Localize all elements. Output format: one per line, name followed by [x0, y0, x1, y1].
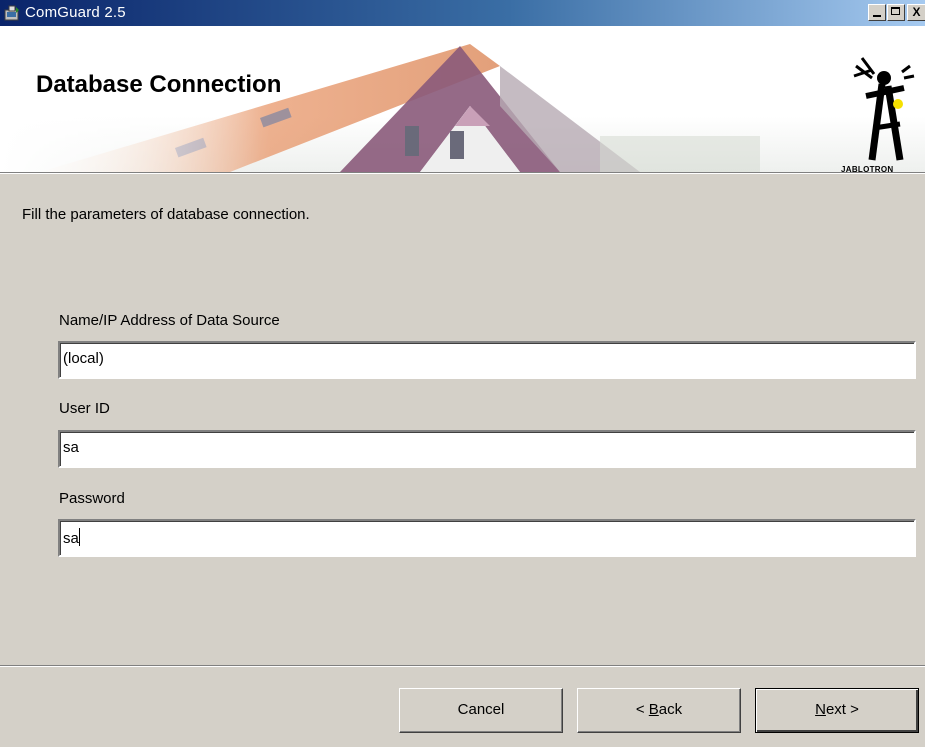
- title-bar[interactable]: ComGuard 2.5 X: [0, 0, 925, 26]
- next-mnemonic: N: [815, 701, 826, 718]
- back-label: ack: [658, 701, 683, 718]
- footer-divider-highlight: [0, 666, 925, 667]
- page-title: Database Connection: [36, 71, 282, 98]
- back-button[interactable]: < Back: [577, 688, 741, 733]
- password-value: sa: [63, 530, 79, 547]
- header-banner: Database Connection: [0, 26, 925, 172]
- datasource-input[interactable]: (local): [58, 341, 916, 379]
- cancel-label: Cancel: [457, 701, 505, 718]
- installer-icon: [4, 5, 19, 21]
- window-title: ComGuard 2.5: [25, 4, 126, 21]
- datasource-label: Name/IP Address of Data Source: [59, 312, 280, 329]
- userid-label: User ID: [59, 400, 110, 417]
- userid-value: sa: [63, 439, 79, 456]
- instruction-text: Fill the parameters of database connecti…: [22, 206, 310, 223]
- jablotron-logo-icon: [853, 57, 915, 161]
- password-label: Password: [59, 490, 125, 507]
- header-divider-highlight: [0, 173, 925, 174]
- password-input[interactable]: sa: [58, 519, 916, 557]
- minimize-icon: [873, 15, 881, 17]
- close-button[interactable]: X: [907, 4, 925, 21]
- next-label: ext: [825, 701, 846, 718]
- close-icon: X: [912, 5, 921, 19]
- userid-input[interactable]: sa: [58, 430, 916, 468]
- next-arrow-icon: >: [850, 701, 859, 718]
- maximize-icon: [891, 7, 900, 15]
- back-arrow-icon: <: [635, 701, 645, 718]
- maximize-button[interactable]: [887, 4, 905, 21]
- back-mnemonic: B: [648, 701, 659, 718]
- next-button[interactable]: Next >: [755, 688, 919, 733]
- cancel-button[interactable]: Cancel: [399, 688, 563, 733]
- house-banner-image: [0, 26, 760, 172]
- text-caret: [78, 528, 80, 546]
- minimize-button[interactable]: [868, 4, 886, 21]
- datasource-value: (local): [63, 350, 104, 367]
